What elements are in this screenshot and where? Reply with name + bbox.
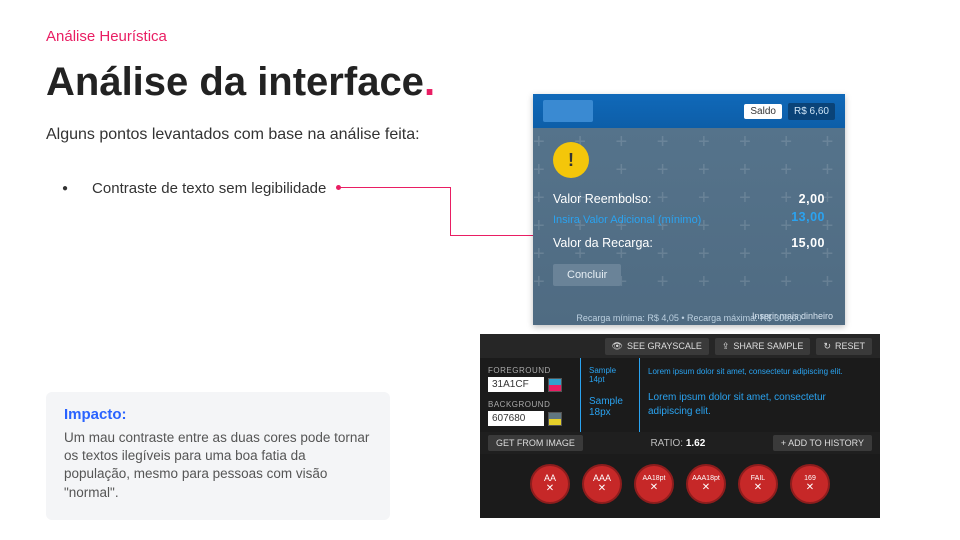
row-recarga-label: Valor da Recarga: bbox=[553, 236, 653, 250]
checker-mid: FOREGROUND 31A1CF BACKGROUND 607680 Samp… bbox=[480, 358, 880, 432]
row-recarga: Valor da Recarga: 15,00 bbox=[553, 236, 825, 250]
ratio-display: RATIO: 1.62 bbox=[650, 438, 705, 449]
badge-aaa18-x: ✕ bbox=[702, 482, 710, 493]
add-to-history-button[interactable]: + ADD TO HISTORY bbox=[773, 435, 872, 451]
background-label: BACKGROUND bbox=[488, 400, 572, 409]
checker-left: FOREGROUND 31A1CF BACKGROUND 607680 bbox=[480, 358, 580, 432]
see-grayscale-button[interactable]: 👁 SEE GRAYSCALE bbox=[605, 338, 709, 355]
badge-fail-x: ✕ bbox=[754, 482, 762, 493]
app-screenshot: Saldo R$ 6,60 + + + + + + + + + + + + + … bbox=[533, 94, 845, 325]
app-footer-limits: Recarga mínima: R$ 4,05 • Recarga máxima… bbox=[533, 313, 845, 327]
badge-aa18-top: AA18pt bbox=[643, 475, 666, 483]
badge-aa: AA✕ bbox=[530, 464, 570, 504]
badge-aaa18-top: AAA18pt bbox=[692, 475, 720, 483]
row-recarga-value: 15,00 bbox=[791, 236, 825, 250]
row-reembolso: Valor Reembolso: 2,00 bbox=[553, 192, 825, 206]
hint-value: 13,00 bbox=[791, 210, 825, 232]
row-reembolso-value: 2,00 bbox=[799, 192, 825, 206]
badge-aaa: AAA✕ bbox=[582, 464, 622, 504]
intro-text: Alguns pontos levantados com base na aná… bbox=[46, 126, 420, 144]
share-sample-button[interactable]: ⇪SHARE SAMPLE bbox=[715, 338, 811, 355]
foreground-swatch[interactable] bbox=[548, 378, 562, 392]
share-icon: ⇪ bbox=[722, 341, 730, 352]
foreground-input[interactable]: 31A1CF bbox=[488, 377, 544, 392]
ratio-value: 1.62 bbox=[686, 438, 705, 449]
checker-badges: AA✕ AAA✕ AA18pt✕ AAA18pt✕ FAIL✕ 169✕ bbox=[480, 454, 880, 504]
lorem-1: Lorem ipsum dolor sit amet, consectetur … bbox=[648, 366, 872, 377]
checker-center: Sample 14pt Sample 18px bbox=[580, 358, 640, 432]
badge-aa-top: AA bbox=[544, 474, 556, 484]
eyebrow: Análise Heurística bbox=[46, 28, 167, 45]
impact-title: Impacto: bbox=[64, 406, 372, 423]
get-from-image-button[interactable]: GET FROM IMAGE bbox=[488, 435, 583, 451]
reset-icon: ↻ bbox=[823, 341, 831, 352]
bullet-text: Contraste de texto sem legibilidade bbox=[92, 180, 326, 197]
impact-card: Impacto: Um mau contraste entre as duas … bbox=[46, 392, 390, 520]
hint-text: Insira Valor Adicional (mínimo) bbox=[553, 214, 701, 226]
sample-large: Sample 18px bbox=[589, 396, 631, 418]
saldo-label: Saldo bbox=[744, 104, 782, 119]
app-body: + + + + + + + + + + + + + + + + + + + + … bbox=[533, 128, 845, 325]
badge-colordiff-top: 169 bbox=[804, 475, 816, 483]
background-swatch[interactable] bbox=[548, 412, 562, 426]
badge-aa-x: ✕ bbox=[546, 483, 554, 494]
concluir-button[interactable]: Concluir bbox=[553, 264, 621, 286]
foreground-label: FOREGROUND bbox=[488, 366, 572, 375]
checker-right: Lorem ipsum dolor sit amet, consectetur … bbox=[640, 358, 880, 432]
badge-colordiff-x: ✕ bbox=[806, 482, 814, 493]
app-tab bbox=[543, 100, 593, 122]
contrast-checker: 👁 SEE GRAYSCALE ⇪SHARE SAMPLE ↻ RESET FORE… bbox=[480, 334, 880, 518]
saldo-value: R$ 6,60 bbox=[788, 103, 835, 120]
page-title: Análise da interface. bbox=[46, 60, 435, 105]
bullet-row: ● Contraste de texto sem legibilidade bbox=[62, 180, 326, 197]
badge-fail: FAIL✕ bbox=[738, 464, 778, 504]
reset-label: RESET bbox=[835, 341, 865, 351]
reset-button[interactable]: ↻ RESET bbox=[816, 338, 872, 355]
share-sample-label: SHARE SAMPLE bbox=[733, 341, 803, 351]
badge-fail-top: FAIL bbox=[751, 475, 765, 483]
badge-aaa-top: AAA bbox=[593, 474, 611, 484]
app-header: Saldo R$ 6,60 bbox=[533, 94, 845, 128]
badge-aa18-x: ✕ bbox=[650, 482, 658, 493]
checker-row2: GET FROM IMAGE RATIO: 1.62 + ADD TO HIST… bbox=[480, 432, 880, 454]
lorem-2: Lorem ipsum dolor sit amet, consectetur … bbox=[648, 391, 872, 419]
background-input[interactable]: 607680 bbox=[488, 411, 544, 426]
title-dot: . bbox=[424, 60, 435, 104]
badge-aaa-x: ✕ bbox=[598, 483, 606, 494]
saldo-wrap: Saldo R$ 6,60 bbox=[744, 103, 835, 120]
see-grayscale-label: SEE GRAYSCALE bbox=[627, 341, 702, 351]
row-hint: Insira Valor Adicional (mínimo) 13,00 bbox=[553, 210, 825, 232]
connector-line bbox=[338, 187, 548, 237]
impact-body: Um mau contraste entre as duas cores pod… bbox=[64, 429, 372, 502]
row-reembolso-label: Valor Reembolso: bbox=[553, 192, 651, 206]
title-text: Análise da interface bbox=[46, 60, 424, 104]
eye-icon: 👁 bbox=[612, 341, 623, 352]
badge-aa18: AA18pt✕ bbox=[634, 464, 674, 504]
badge-aaa18: AAA18pt✕ bbox=[686, 464, 726, 504]
warning-icon: ! bbox=[553, 142, 589, 178]
sample-small: Sample 14pt bbox=[589, 366, 631, 384]
ratio-label: RATIO: bbox=[650, 438, 683, 449]
badge-colordiff: 169✕ bbox=[790, 464, 830, 504]
bullet-dot-icon: ● bbox=[62, 183, 68, 194]
checker-toolbar: 👁 SEE GRAYSCALE ⇪SHARE SAMPLE ↻ RESET bbox=[480, 334, 880, 358]
